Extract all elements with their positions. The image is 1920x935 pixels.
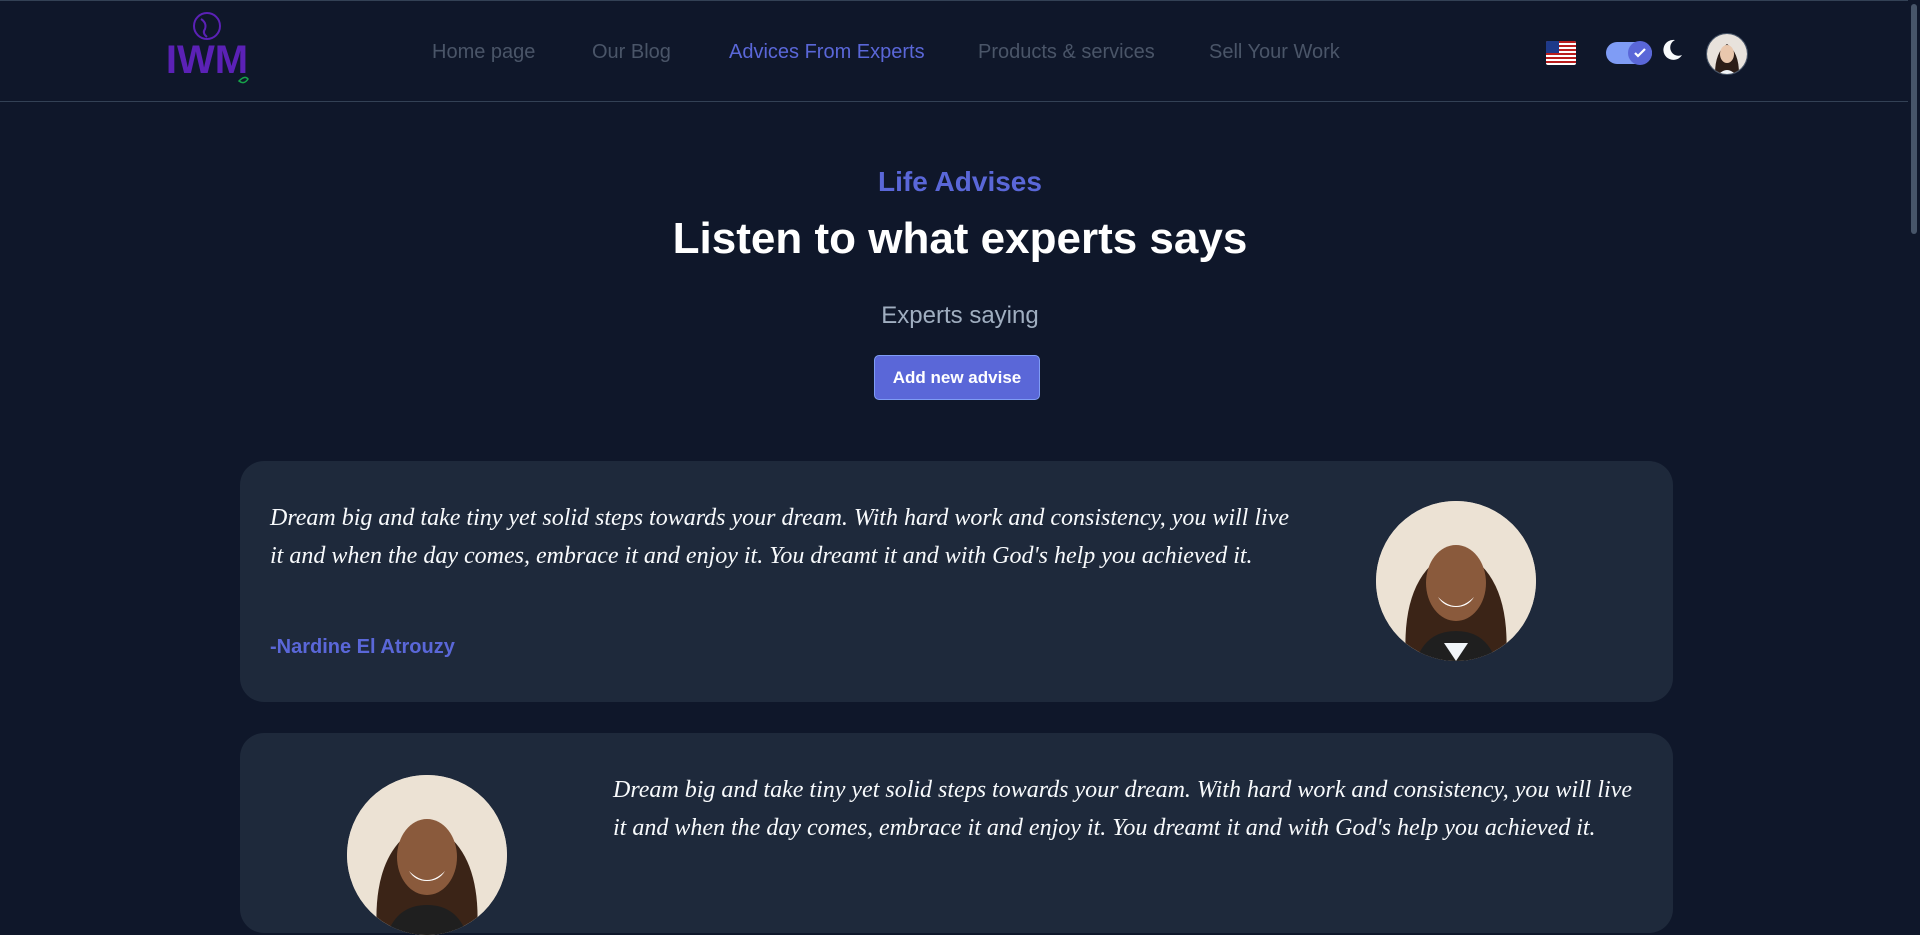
expert-portrait [347, 775, 507, 935]
section-eyebrow: Life Advises [878, 166, 1042, 197]
nav-products-services[interactable]: Products & services [978, 41, 1155, 64]
section-subtitle: Experts saying [881, 302, 1039, 329]
top-navbar: IWM Home page Our Blog Advices From Expe… [0, 0, 1920, 102]
advice-quote: Dream big and take tiny yet solid steps … [613, 777, 1632, 841]
page-scrollbar[interactable] [1908, 0, 1920, 880]
add-new-advise-button[interactable]: Add new advise [874, 355, 1040, 400]
advice-card: Dream big and take tiny yet solid steps … [240, 733, 1673, 935]
advice-author[interactable]: -Nardine El Atrouzy [270, 636, 455, 659]
advice-card: Dream big and take tiny yet solid steps … [240, 461, 1673, 702]
nav-advices-from-experts[interactable]: Advices From Experts [729, 41, 925, 64]
page-title: Listen to what experts says [672, 214, 1248, 263]
expert-portrait [1376, 501, 1536, 661]
scrollbar-thumb[interactable] [1911, 4, 1917, 234]
advice-quote: Dream big and take tiny yet solid steps … [270, 505, 1289, 569]
nav-sell-your-work[interactable]: Sell Your Work [1209, 41, 1340, 64]
theme-toggle[interactable] [1606, 41, 1652, 65]
nav-home-page[interactable]: Home page [432, 41, 535, 64]
moon-icon [1663, 39, 1682, 60]
nav-our-blog[interactable]: Our Blog [592, 41, 671, 64]
user-avatar[interactable] [1706, 33, 1748, 75]
us-flag-icon[interactable] [1546, 41, 1576, 65]
check-icon [1628, 41, 1652, 65]
